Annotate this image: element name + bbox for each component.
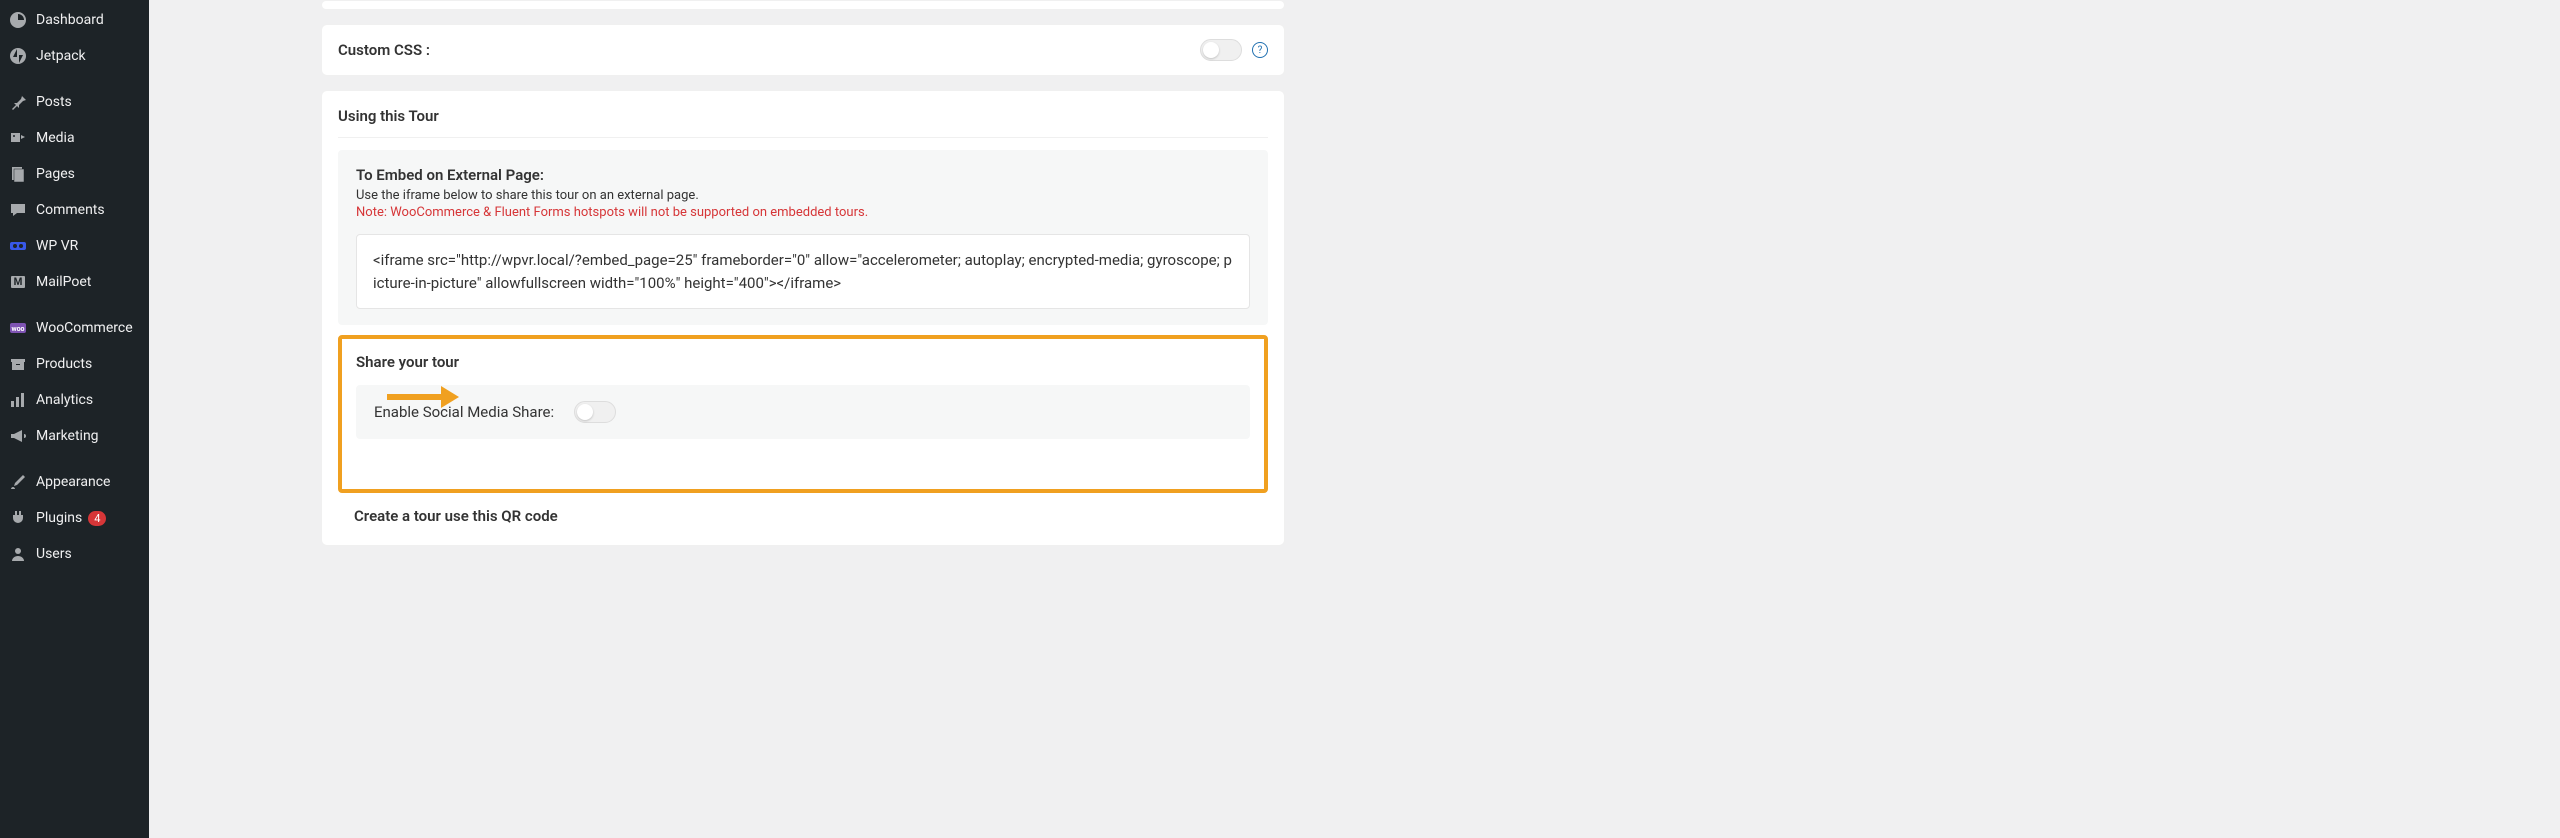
sidebar-item-posts[interactable]: Posts [0, 84, 149, 120]
using-tour-header: Using this Tour [338, 107, 1268, 138]
mail-icon: M [8, 272, 28, 292]
sidebar-item-products[interactable]: Products [0, 346, 149, 382]
sidebar-label: MailPoet [36, 274, 91, 290]
sidebar-item-dashboard[interactable]: Dashboard [0, 2, 149, 38]
vr-icon [8, 236, 28, 256]
sidebar-item-plugins[interactable]: Plugins 4 [0, 500, 149, 536]
sidebar-label: Plugins [36, 510, 82, 526]
sidebar-item-mailpoet[interactable]: M MailPoet [0, 264, 149, 300]
woo-icon: woo [8, 318, 28, 338]
sidebar-item-wpvr[interactable]: WP VR [0, 228, 149, 264]
sidebar-label: Users [36, 546, 72, 562]
megaphone-icon [8, 426, 28, 446]
sidebar-label: Jetpack [36, 48, 86, 64]
sidebar-label: Products [36, 356, 92, 372]
sidebar-label: Media [36, 130, 75, 146]
sidebar-label: Marketing [36, 428, 99, 444]
pin-icon [8, 92, 28, 112]
archive-icon [8, 354, 28, 374]
sidebar-label: Posts [36, 94, 72, 110]
plugins-badge: 4 [88, 511, 106, 526]
jetpack-icon [8, 46, 28, 66]
sidebar-item-pages[interactable]: Pages [0, 156, 149, 192]
embed-title: To Embed on External Page: [356, 166, 1250, 184]
sidebar-label: Comments [36, 202, 105, 218]
share-header: Share your tour [356, 353, 1250, 385]
social-share-toggle[interactable] [574, 401, 616, 423]
qr-title: Create a tour use this QR code [354, 507, 1252, 525]
chart-icon [8, 390, 28, 410]
sidebar-item-media[interactable]: Media [0, 120, 149, 156]
sidebar-label: Dashboard [36, 12, 104, 28]
sidebar-item-users[interactable]: Users [0, 536, 149, 572]
sidebar-item-comments[interactable]: Comments [0, 192, 149, 228]
dashboard-icon [8, 10, 28, 30]
sidebar-item-appearance[interactable]: Appearance [0, 464, 149, 500]
plugin-icon [8, 508, 28, 528]
using-tour-panel: Using this Tour To Embed on External Pag… [321, 90, 1285, 546]
sidebar-label: WooCommerce [36, 320, 133, 336]
previous-panel-edge [321, 0, 1285, 10]
sidebar-item-marketing[interactable]: Marketing [0, 418, 149, 454]
share-tour-section: Share your tour Enable Social Media Shar… [338, 335, 1268, 493]
sidebar-item-jetpack[interactable]: Jetpack [0, 38, 149, 74]
sidebar-item-woocommerce[interactable]: woo WooCommerce [0, 310, 149, 346]
pages-icon [8, 164, 28, 184]
qr-section: Create a tour use this QR code [338, 493, 1268, 525]
highlight-arrow [387, 386, 459, 406]
sidebar-label: Pages [36, 166, 75, 182]
user-icon [8, 544, 28, 564]
sidebar-item-analytics[interactable]: Analytics [0, 382, 149, 418]
custom-css-toggle[interactable] [1200, 39, 1242, 61]
sidebar-label: Appearance [36, 474, 110, 490]
embed-desc: Use the iframe below to share this tour … [356, 188, 1250, 203]
main-content: Custom CSS : ? Using this Tour To Embed … [149, 0, 2560, 838]
embed-code[interactable]: <iframe src="http://wpvr.local/?embed_pa… [356, 234, 1250, 309]
sidebar-label: WP VR [36, 238, 78, 254]
sidebar-label: Analytics [36, 392, 93, 408]
media-icon [8, 128, 28, 148]
admin-sidebar: Dashboard Jetpack Posts Media Pages Comm… [0, 0, 149, 838]
comment-icon [8, 200, 28, 220]
custom-css-label: Custom CSS : [338, 41, 430, 59]
embed-section: To Embed on External Page: Use the ifram… [338, 150, 1268, 325]
brush-icon [8, 472, 28, 492]
info-icon[interactable]: ? [1252, 42, 1268, 58]
svg-text:M: M [14, 277, 23, 288]
embed-note: Note: WooCommerce & Fluent Forms hotspot… [356, 205, 1250, 220]
custom-css-panel: Custom CSS : ? [321, 24, 1285, 76]
svg-text:woo: woo [11, 325, 24, 333]
